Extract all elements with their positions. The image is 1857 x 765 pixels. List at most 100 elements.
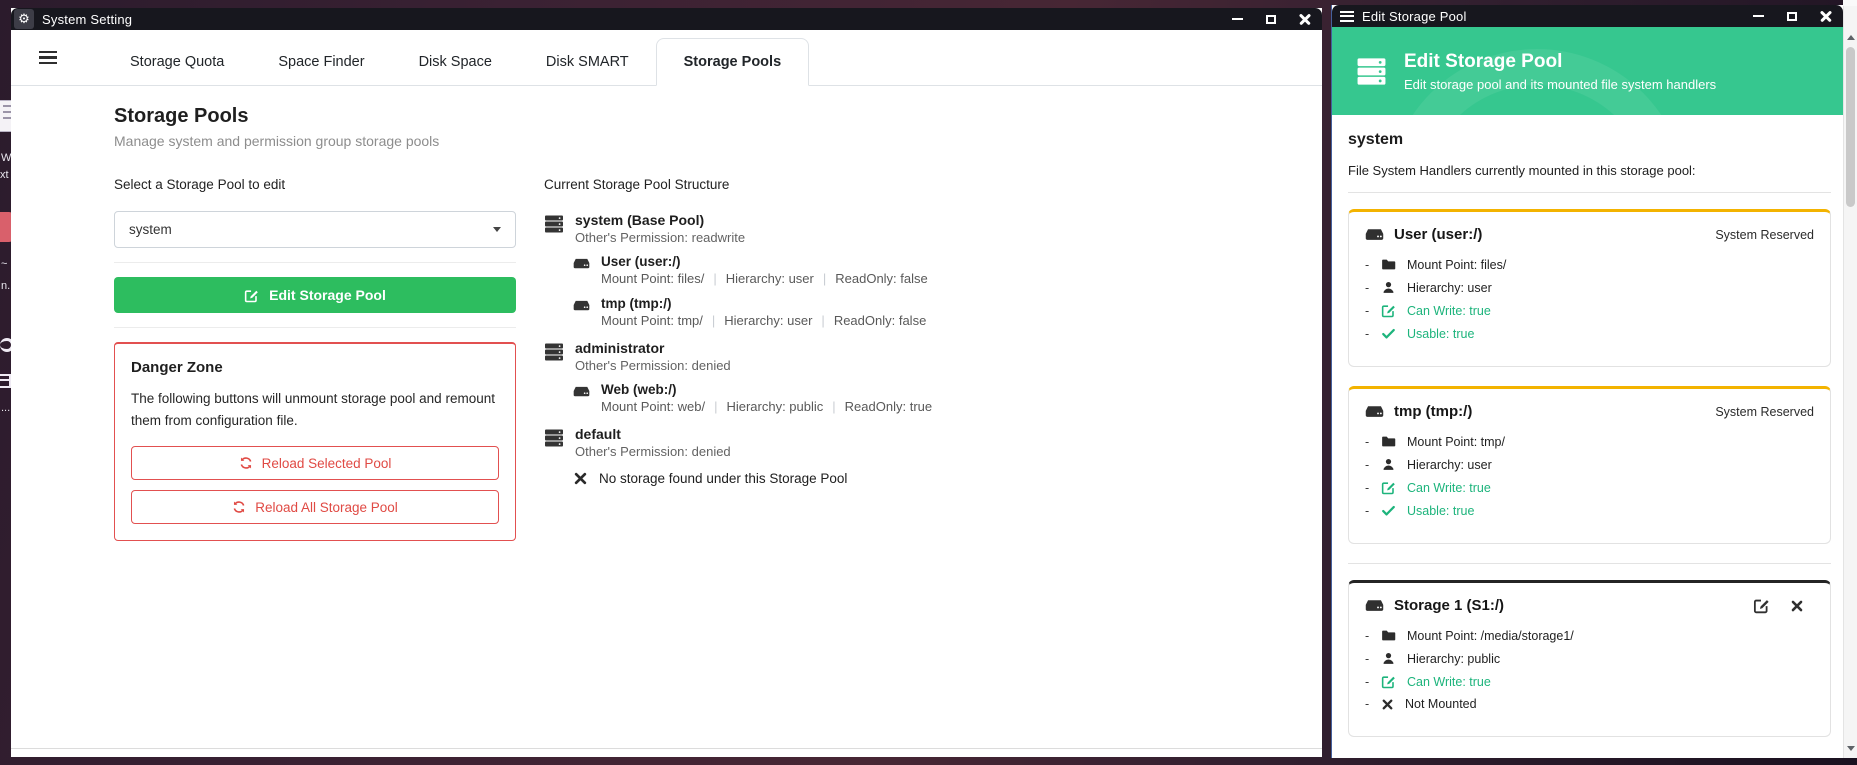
minimize-button[interactable] <box>1741 5 1775 27</box>
hierarchy-row: Hierarchy: user <box>1365 457 1814 472</box>
close-icon <box>1820 10 1832 22</box>
chevron-down-icon <box>493 227 501 232</box>
tab-disk-smart[interactable]: Disk SMART <box>519 39 656 85</box>
edit-icon <box>1381 303 1396 318</box>
desktop-icon-glyph <box>0 374 11 388</box>
pool-name: administrator <box>575 340 731 356</box>
tree-handler-user: User (user:/) Mount Point: files/Hierarc… <box>573 254 1104 286</box>
desktop-icon-label: ... <box>1 402 10 414</box>
can-write-row: Can Write: true <box>1365 303 1814 318</box>
user-icon <box>1381 651 1396 666</box>
tree-handler-web: Web (web:/) Mount Point: web/Hierarchy: … <box>573 382 1104 414</box>
handler-card-title: User (user:/) <box>1394 226 1482 243</box>
scrollbar-thumb[interactable] <box>1846 47 1855 207</box>
handler-card-title: tmp (tmp:/) <box>1394 403 1472 420</box>
handler-name: tmp (tmp:/) <box>601 296 926 311</box>
x-icon <box>1381 698 1394 711</box>
mount-point-row: Mount Point: files/ <box>1365 257 1814 272</box>
desktop-icon-label: W <box>1 152 11 164</box>
page-subtitle: Manage system and permission group stora… <box>114 133 439 149</box>
danger-zone-description: The following buttons will unmount stora… <box>131 388 499 431</box>
storage-pool-select[interactable]: system <box>114 211 516 248</box>
danger-zone-title: Danger Zone <box>131 359 499 376</box>
usable-row: Usable: true <box>1365 326 1814 341</box>
scrollbar[interactable] <box>1843 5 1857 758</box>
tab-storage-pools[interactable]: Storage Pools <box>656 38 810 86</box>
minimize-icon <box>1753 15 1764 17</box>
divider <box>114 327 516 328</box>
pool-permission: Other's Permission: denied <box>575 444 731 459</box>
handler-card-storage1: Storage 1 (S1:/) Mount Point: /media/sto… <box>1348 580 1831 737</box>
maximize-icon <box>1787 12 1797 21</box>
minimize-icon <box>1232 18 1243 20</box>
refresh-icon <box>239 456 253 470</box>
tab-disk-space[interactable]: Disk Space <box>392 39 519 85</box>
reload-all-storage-pool-button[interactable]: Reload All Storage Pool <box>131 490 499 524</box>
scroll-down-arrow[interactable] <box>1844 740 1857 756</box>
pool-permission: Other's Permission: readwrite <box>575 230 745 245</box>
folder-icon <box>1381 434 1396 449</box>
can-write-row: Can Write: true <box>1365 480 1814 495</box>
server-icon <box>1356 56 1387 87</box>
selected-pool-value: system <box>129 222 172 237</box>
minimize-button[interactable] <box>1220 8 1254 30</box>
hdd-icon <box>573 383 590 400</box>
folder-icon <box>1381 257 1396 272</box>
server-icon <box>544 428 564 448</box>
can-write-row: Can Write: true <box>1365 674 1814 689</box>
close-icon <box>1299 13 1311 25</box>
close-button[interactable] <box>1809 5 1843 27</box>
gear-icon: ⚙ <box>14 9 34 29</box>
folder-icon <box>1381 628 1396 643</box>
desktop-icon-label: xt <box>0 169 9 181</box>
tab-space-finder[interactable]: Space Finder <box>251 39 391 85</box>
user-icon <box>1381 280 1396 295</box>
tree-pool-default: default Other's Permission: denied No st… <box>544 426 1104 486</box>
divider <box>1348 563 1831 564</box>
desktop-icon-label: n. <box>1 280 10 292</box>
storage-pools-panel: Storage Pools Manage system and permissi… <box>11 87 1322 748</box>
edit-icon <box>1381 480 1396 495</box>
remove-handler-button[interactable] <box>1790 599 1804 613</box>
tab-storage-quota[interactable]: Storage Quota <box>103 39 251 85</box>
hdd-icon <box>573 297 590 314</box>
maximize-button[interactable] <box>1775 5 1809 27</box>
tree-pool-administrator: administrator Other's Permission: denied… <box>544 340 1104 414</box>
hdd-icon <box>1365 596 1384 615</box>
system-reserved-badge: System Reserved <box>1715 405 1814 419</box>
edit-handler-button[interactable] <box>1753 597 1770 614</box>
scroll-up-arrow[interactable] <box>1844 29 1857 45</box>
window-title: Edit Storage Pool <box>1362 9 1467 24</box>
mount-point-row: Mount Point: /media/storage1/ <box>1365 628 1814 643</box>
current-pool-name: system <box>1348 131 1831 149</box>
divider <box>1348 192 1831 193</box>
maximize-button[interactable] <box>1254 8 1288 30</box>
handler-details: Mount Point: tmp/Hierarchy: userReadOnly… <box>601 313 926 328</box>
empty-pool-row: No storage found under this Storage Pool <box>573 471 1104 486</box>
handler-details: Mount Point: web/Hierarchy: publicReadOn… <box>601 399 932 414</box>
handler-card-user: User (user:/) System Reserved Mount Poin… <box>1348 209 1831 367</box>
window-title: System Setting <box>42 12 132 27</box>
system-setting-window: ⚙ System Setting Storage Quota Space Fin… <box>11 8 1322 757</box>
user-icon <box>1381 457 1396 472</box>
hdd-icon <box>573 255 590 272</box>
menu-hamburger-icon[interactable] <box>25 48 77 67</box>
hdd-icon <box>1365 402 1384 421</box>
reload-selected-pool-button[interactable]: Reload Selected Pool <box>131 446 499 480</box>
edit-pool-header: Edit Storage Pool Edit storage pool and … <box>1332 27 1843 115</box>
select-pool-label: Select a Storage Pool to edit <box>114 177 516 192</box>
header-title: Edit Storage Pool <box>1404 51 1716 73</box>
close-button[interactable] <box>1288 8 1322 30</box>
settings-tabbar: Storage Quota Space Finder Disk Space Di… <box>11 30 1322 86</box>
handler-name: Web (web:/) <box>601 382 932 397</box>
handlers-description: File System Handlers currently mounted i… <box>1348 163 1831 178</box>
storage-pool-structure: Current Storage Pool Structure system (B… <box>544 177 1104 498</box>
system-setting-titlebar: ⚙ System Setting <box>11 8 1322 30</box>
server-icon <box>544 342 564 362</box>
tree-pool-system: system (Base Pool) Other's Permission: r… <box>544 212 1104 328</box>
edit-pool-titlebar: Edit Storage Pool <box>1332 5 1843 27</box>
system-reserved-badge: System Reserved <box>1715 228 1814 242</box>
menu-hamburger-icon[interactable] <box>1340 8 1354 24</box>
edit-storage-pool-button[interactable]: Edit Storage Pool <box>114 277 516 313</box>
hierarchy-row: Hierarchy: user <box>1365 280 1814 295</box>
